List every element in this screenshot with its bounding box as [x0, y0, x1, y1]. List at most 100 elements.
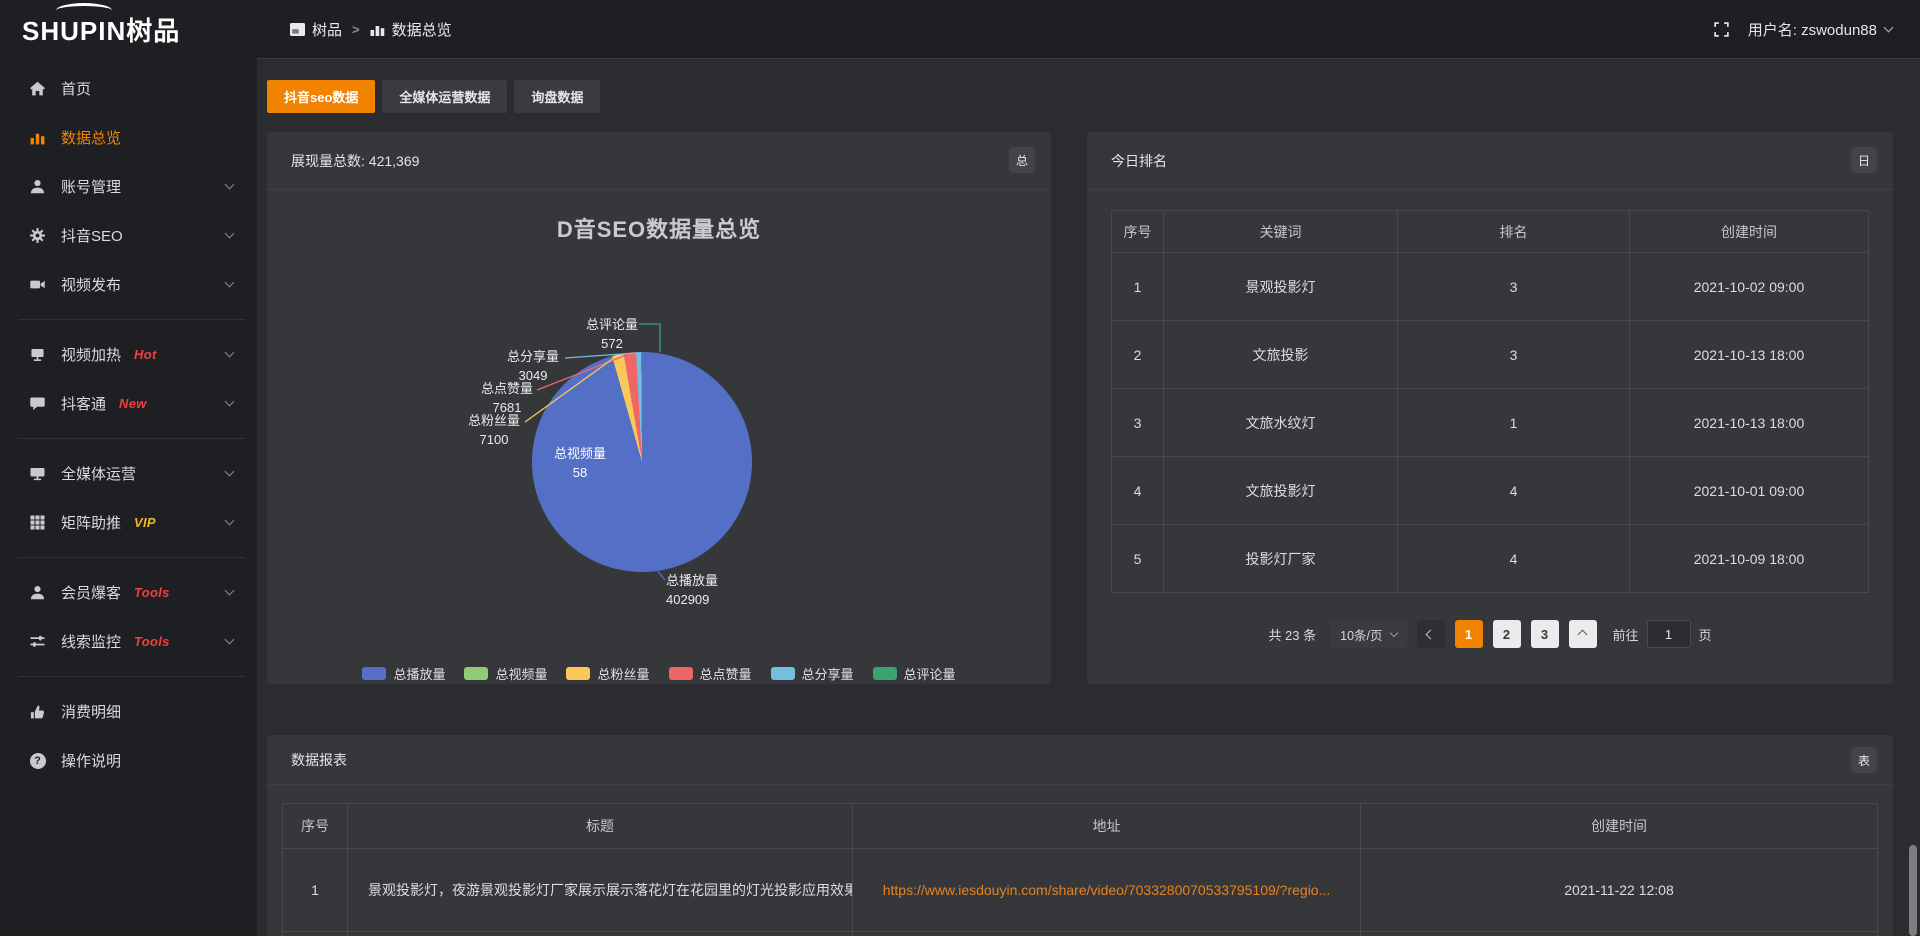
breadcrumb-label: 数据总览	[392, 19, 452, 40]
panels-row: 展现量总数: 421,369 总 D音SEO数据量总览	[267, 132, 1893, 684]
logo-text: SHUPIN树品	[22, 11, 180, 48]
table-row: 1 景观投影灯 3 2021-10-02 09:00	[1112, 253, 1869, 321]
sidebar-item-home[interactable]: 首页	[0, 64, 257, 113]
page-button-2[interactable]: 2	[1493, 620, 1521, 648]
topbar: 树品 > 数据总览 用户名: zswodun88	[257, 0, 1920, 59]
menu-divider	[18, 676, 245, 677]
page-button-1[interactable]: 1	[1455, 620, 1483, 648]
legend-swatch	[464, 667, 488, 680]
sidebar-item-video-heat[interactable]: 视频加热 Hot	[0, 330, 257, 379]
impressions-header: 展现量总数: 421,369	[267, 132, 1051, 190]
cell-index: 1	[283, 849, 348, 932]
sidebar-item-matrix-boost[interactable]: 矩阵助推 VIP	[0, 498, 257, 547]
fullscreen-icon[interactable]	[1713, 21, 1730, 38]
col-title: 标题	[348, 804, 853, 849]
chevron-down-icon	[225, 278, 235, 288]
cell-index	[283, 932, 348, 936]
tab-douyin-seo-data[interactable]: 抖音seo数据	[267, 80, 375, 113]
thumb-up-icon	[29, 703, 46, 720]
sidebar-item-label: 操作说明	[61, 750, 121, 771]
user-menu[interactable]: 用户名: zswodun88	[1748, 19, 1892, 40]
username-label: 用户名: zswodun88	[1748, 19, 1877, 40]
report-table: 序号 标题 地址 创建时间 1 景观投影灯，夜游景观投影灯厂家展示展示落花灯在花…	[282, 803, 1878, 936]
tab-media-operation-data[interactable]: 全媒体运营数据	[382, 80, 507, 113]
next-page-button[interactable]	[1569, 620, 1597, 648]
sidebar-item-media-operation[interactable]: 全媒体运营	[0, 449, 257, 498]
goto-page-input[interactable]	[1647, 620, 1691, 648]
user-icon	[29, 584, 46, 601]
sidebar-item-video-publish[interactable]: 视频发布	[0, 260, 257, 309]
chevron-down-icon	[225, 467, 235, 477]
grid-icon	[29, 514, 46, 531]
cell-keyword: 投影灯厂家	[1164, 525, 1398, 593]
video-camera-icon	[29, 276, 46, 293]
sidebar-item-clue-monitor[interactable]: 线索监控 Tools	[0, 617, 257, 666]
legend-swatch	[362, 667, 386, 680]
window-icon	[290, 23, 305, 36]
sliders-icon	[29, 633, 46, 650]
breadcrumb-item-shupin[interactable]: 树品	[290, 19, 342, 40]
pagination-total: 共 23 条	[1268, 625, 1316, 644]
tools-badge: Tools	[134, 585, 170, 600]
table-badge-button[interactable]: 表	[1851, 747, 1877, 773]
sidebar-item-instructions[interactable]: ? 操作说明	[0, 736, 257, 785]
chevron-down-icon	[225, 229, 235, 239]
table-header-row: 序号 关键词 排名 创建时间	[1112, 211, 1869, 253]
app-logo: SHUPIN树品	[0, 0, 257, 59]
chevron-left-icon	[1426, 629, 1436, 639]
sidebar-item-douyin-seo[interactable]: 抖音SEO	[0, 211, 257, 260]
sidebar-menu: 首页 数据总览 账号管理 抖音SEO	[0, 59, 257, 785]
ranking-title: 今日排名	[1087, 132, 1893, 190]
legend-item-plays[interactable]: 总播放量	[362, 664, 445, 683]
breadcrumb-label: 树品	[312, 19, 342, 40]
col-created: 创建时间	[1361, 804, 1878, 849]
scrollbar-thumb[interactable]	[1909, 845, 1917, 936]
col-rank: 排名	[1398, 211, 1630, 253]
sidebar-item-doukotong[interactable]: 抖客通 New	[0, 379, 257, 428]
total-badge-button[interactable]: 总	[1009, 147, 1035, 173]
video-link[interactable]: https://www.iesdouyin.com/share/video/70…	[883, 882, 1331, 898]
chevron-down-icon	[225, 586, 235, 596]
col-index: 序号	[283, 804, 348, 849]
legend-item-videos[interactable]: 总视频量	[464, 664, 547, 683]
cell-keyword: 文旅投影	[1164, 321, 1398, 389]
sidebar-item-consumption[interactable]: 消费明细	[0, 687, 257, 736]
legend-item-shares[interactable]: 总分享量	[771, 664, 854, 683]
page-size-select[interactable]: 10条/页	[1330, 620, 1406, 648]
table-row: 3 文旅水纹灯 1 2021-10-13 18:00	[1112, 389, 1869, 457]
legend-item-fans[interactable]: 总粉丝量	[566, 664, 649, 683]
legend-swatch	[873, 667, 897, 680]
ranking-table-wrap: 序号 关键词 排名 创建时间 1 景观投影灯 3	[1087, 190, 1893, 648]
col-created: 创建时间	[1630, 211, 1869, 253]
page-size-value: 10条/页	[1340, 625, 1382, 644]
cell-index: 4	[1112, 457, 1164, 525]
sidebar-item-data-overview[interactable]: 数据总览	[0, 113, 257, 162]
report-panel: 数据报表 表 序号 标题 地址 创建时间	[267, 735, 1893, 936]
table-row: 1 景观投影灯，夜游景观投影灯厂家展示展示落花灯在花园里的灯光投影应用效果 # …	[283, 849, 1878, 932]
breadcrumb-item-data-overview[interactable]: 数据总览	[370, 19, 452, 40]
sidebar-item-member[interactable]: 会员爆客 Tools	[0, 568, 257, 617]
legend-swatch	[771, 667, 795, 680]
page-button-3[interactable]: 3	[1531, 620, 1559, 648]
sidebar-item-label: 线索监控	[61, 631, 121, 652]
col-keyword: 关键词	[1164, 211, 1398, 253]
question-icon: ?	[29, 752, 46, 769]
tab-inquiry-data[interactable]: 询盘数据	[514, 80, 600, 113]
cell-created	[1361, 932, 1878, 936]
cell-rank: 4	[1398, 457, 1630, 525]
tv-icon	[29, 346, 46, 363]
cell-created: 2021-10-13 18:00	[1630, 321, 1869, 389]
col-url: 地址	[853, 804, 1361, 849]
sidebar-item-account[interactable]: 账号管理	[0, 162, 257, 211]
prev-page-button[interactable]	[1417, 620, 1445, 648]
day-badge-button[interactable]: 日	[1851, 147, 1877, 173]
legend-item-likes[interactable]: 总点赞量	[669, 664, 752, 683]
sidebar-item-label: 会员爆客	[61, 582, 121, 603]
bar-chart-icon	[370, 23, 385, 36]
cell-keyword: 文旅水纹灯	[1164, 389, 1398, 457]
legend-item-comments[interactable]: 总评论量	[873, 664, 956, 683]
goto-label: 前往	[1613, 625, 1639, 644]
cell-keyword: 文旅投影灯	[1164, 457, 1398, 525]
sidebar-item-label: 全媒体运营	[61, 463, 136, 484]
menu-divider	[18, 557, 245, 558]
